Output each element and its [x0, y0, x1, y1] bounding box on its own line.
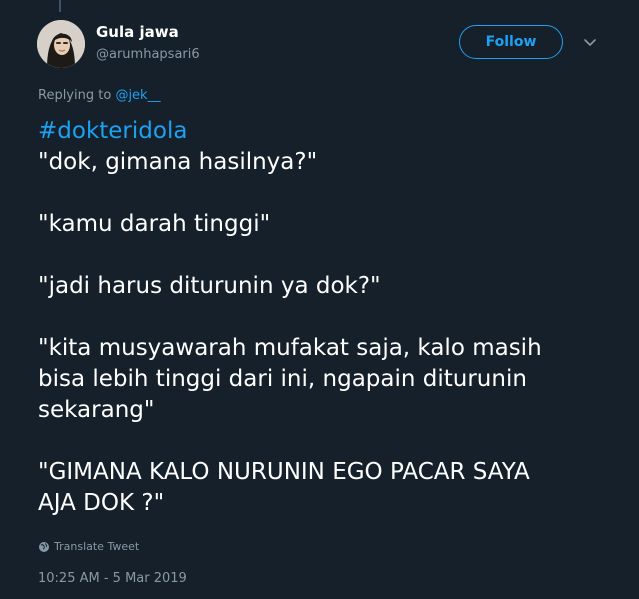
thread-connector-line: [59, 0, 61, 12]
tweet-line: "kamu darah tinggi": [38, 211, 271, 237]
chevron-down-icon[interactable]: [582, 37, 598, 49]
tweet-line: bisa lebih tinggi dari ini, ngapain ditu…: [38, 366, 527, 392]
tweet-text: #dokteridola "dok, gimana hasilnya?" "ka…: [38, 116, 618, 519]
avatar[interactable]: [37, 20, 85, 68]
replying-to-mention[interactable]: @jek__: [115, 88, 160, 103]
replying-to-prefix: Replying to: [38, 88, 112, 103]
translate-tweet-link[interactable]: Translate Tweet: [38, 540, 139, 553]
display-name[interactable]: Gula jawa: [96, 23, 179, 41]
tweet-line: "GIMANA KALO NURUNIN EGO PACAR SAYA: [38, 459, 530, 485]
avatar-image: [37, 20, 85, 68]
globe-icon: [39, 541, 49, 552]
tweet-line: "dok, gimana hasilnya?": [38, 149, 318, 175]
translate-tweet-label: Translate Tweet: [54, 540, 140, 553]
tweet-line: sekarang": [38, 397, 155, 423]
replying-to: Replying to @jek__: [38, 88, 161, 103]
hashtag-link[interactable]: #dokteridola: [38, 118, 187, 144]
tweet-line: AJA DOK ?": [38, 490, 165, 516]
follow-button[interactable]: Follow: [459, 25, 563, 59]
tweet-timestamp[interactable]: 10:25 AM - 5 Mar 2019: [38, 571, 187, 586]
user-handle[interactable]: @arumhapsari6: [96, 47, 200, 62]
tweet-line: "kita musyawarah mufakat saja, kalo masi…: [38, 335, 542, 361]
tweet-line: "jadi harus diturunin ya dok?": [38, 273, 381, 299]
